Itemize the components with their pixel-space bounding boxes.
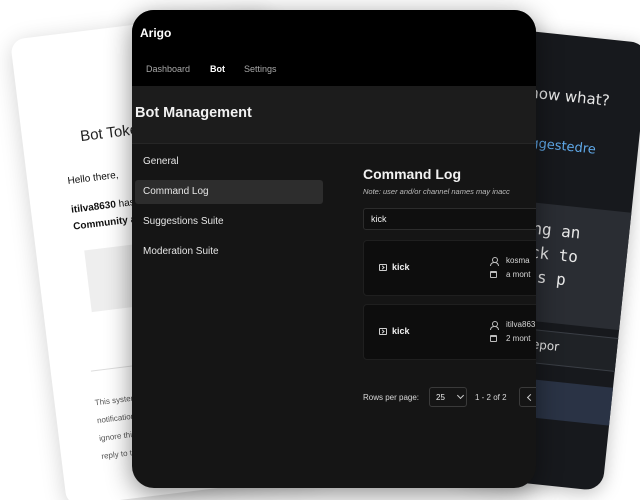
log-user: itilva863 xyxy=(506,320,536,329)
log-entry[interactable]: kick itilva863 2 mont xyxy=(363,304,536,360)
top-navbar: Arigo Dashboard Bot Settings xyxy=(132,10,536,86)
previous-page-button[interactable] xyxy=(519,387,536,407)
sidebar-item-suggestions-suite[interactable]: Suggestions Suite xyxy=(135,210,323,234)
tab-bot[interactable]: Bot xyxy=(210,64,225,74)
search-input[interactable] xyxy=(363,208,536,230)
sidebar-item-moderation-suite[interactable]: Moderation Suite xyxy=(135,240,323,264)
calendar-icon xyxy=(490,335,497,342)
log-command: kick xyxy=(392,326,410,336)
user-icon xyxy=(490,321,499,330)
calendar-icon xyxy=(490,271,497,278)
log-user: kosma xyxy=(506,256,530,265)
section-note: Note: user and/or channel names may inac… xyxy=(363,187,510,196)
section-title: Command Log xyxy=(363,166,461,182)
pagination: Rows per page: 25 1 - 2 of 2 xyxy=(363,386,536,410)
chevron-left-icon xyxy=(526,393,535,402)
page-header: Bot Management xyxy=(132,86,536,144)
tab-dashboard[interactable]: Dashboard xyxy=(146,64,190,74)
command-icon xyxy=(379,328,387,335)
log-time: 2 mont xyxy=(506,334,531,343)
page-title: Bot Management xyxy=(135,105,252,121)
email-community: Community xyxy=(72,215,129,233)
rows-per-page-value: 25 xyxy=(436,393,445,402)
rows-per-page-label: Rows per page: xyxy=(363,393,420,402)
log-command: kick xyxy=(392,262,410,272)
tab-settings[interactable]: Settings xyxy=(244,64,277,74)
user-icon xyxy=(490,257,499,266)
app-window: Arigo Dashboard Bot Settings Bot Managem… xyxy=(132,10,536,488)
log-time: a mont xyxy=(506,270,531,279)
email-username: itilva8630 xyxy=(70,199,117,216)
email-greeting: Hello there, xyxy=(67,169,120,187)
sidebar-item-command-log[interactable]: Command Log xyxy=(135,180,323,204)
chevron-down-icon xyxy=(456,391,465,400)
sidebar-item-general[interactable]: General xyxy=(135,150,323,174)
command-icon xyxy=(379,264,387,271)
chat-question: now what? xyxy=(528,83,611,110)
pagination-range: 1 - 2 of 2 xyxy=(475,393,507,402)
log-entry[interactable]: kick kosma a mont xyxy=(363,240,536,296)
rows-per-page-select[interactable]: 25 xyxy=(429,387,467,407)
brand-logo[interactable]: Arigo xyxy=(140,26,171,40)
